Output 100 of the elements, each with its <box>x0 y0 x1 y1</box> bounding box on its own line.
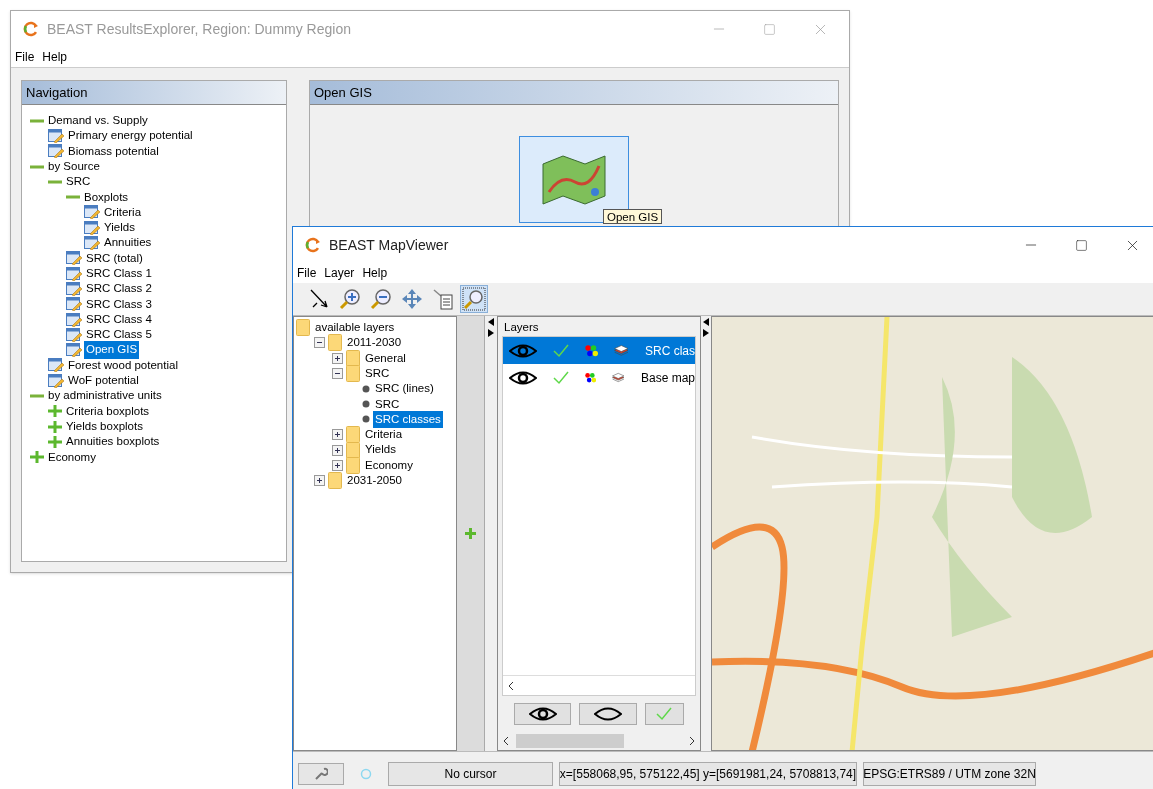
document-pencil-icon <box>84 205 100 220</box>
expand-icon[interactable] <box>314 475 325 487</box>
splitter-arrows-icon[interactable] <box>702 318 710 338</box>
folder-icon <box>346 349 360 367</box>
dot-icon <box>362 400 370 409</box>
collapse-icon[interactable] <box>332 368 343 380</box>
circle-icon <box>360 767 372 780</box>
tree-item[interactable]: Criteria <box>363 426 405 444</box>
tree-item[interactable]: SRC (lines) <box>373 380 436 398</box>
tree-item[interactable]: SRC <box>363 364 392 383</box>
tree-item[interactable]: Annuities <box>102 234 154 252</box>
tree-item[interactable]: Demand vs. Supply <box>46 112 150 130</box>
menu-item[interactable]: File <box>15 48 35 66</box>
scroll-left-icon[interactable] <box>502 736 510 746</box>
closed-eye-icon[interactable] <box>593 707 622 721</box>
zoom-extent-icon <box>462 287 486 311</box>
checkmark-icon[interactable] <box>656 707 673 721</box>
menu-item[interactable]: Layer <box>324 264 355 282</box>
tree-item[interactable]: Criteria boxplots <box>64 402 152 420</box>
layer-row[interactable]: Base map <box>503 364 695 392</box>
splitter-arrows-icon[interactable] <box>487 318 495 338</box>
tree-item[interactable]: Annuities boxplots <box>64 433 162 451</box>
document-pencil-icon <box>48 144 64 159</box>
document-pencil-icon <box>66 281 82 296</box>
tree-item[interactable]: SRC Class 1 <box>84 265 154 283</box>
info-list-icon <box>431 287 455 311</box>
tree-item[interactable]: WoF potential <box>66 372 141 390</box>
tree-item[interactable]: Economy <box>363 456 415 474</box>
folder-icon <box>296 319 310 337</box>
check-all-button[interactable] <box>644 703 684 725</box>
document-pencil-icon <box>48 358 64 373</box>
scroll-right-icon[interactable] <box>688 736 696 746</box>
tree-item[interactable]: Economy <box>46 448 98 466</box>
layer-row[interactable]: SRC clas <box>503 337 695 365</box>
document-pencil-icon <box>66 343 82 358</box>
show-all-button[interactable] <box>514 703 572 725</box>
checkmark-icon[interactable] <box>553 370 569 385</box>
document-pencil-icon <box>84 220 100 235</box>
folder-icon <box>346 365 360 383</box>
zoom-out-icon <box>369 287 393 311</box>
menu-item[interactable]: File <box>297 264 317 282</box>
tree-item[interactable]: SRC (total) <box>84 249 145 267</box>
tree-item[interactable]: available layers <box>313 319 397 337</box>
menu-item[interactable]: Help <box>362 264 388 282</box>
collapse-icon[interactable] <box>314 337 325 349</box>
tree-item[interactable]: Yields <box>363 441 398 459</box>
pan-arrows-icon <box>400 287 424 311</box>
panel-header: Navigation <box>22 81 286 105</box>
panel-header: Open GIS <box>310 81 838 105</box>
window-title: BEAST MapViewer <box>329 235 449 255</box>
layer-name: Base map <box>640 369 695 387</box>
crs-field: EPSG:ETRS89 / UTM zone 32N <box>863 761 1036 786</box>
document-pencil-icon <box>66 297 82 312</box>
folder-icon <box>346 441 360 459</box>
scroll-left-icon[interactable] <box>507 680 515 691</box>
tree-item[interactable]: SRC Class 5 <box>84 326 154 344</box>
logo-icon <box>305 237 321 253</box>
tree-item[interactable]: Primary energy potential <box>66 127 195 145</box>
wrench-icon <box>314 766 328 781</box>
tree-item[interactable]: Biomass potential <box>66 142 161 160</box>
tree-item[interactable]: Yields <box>102 219 137 237</box>
expand-icon[interactable] <box>332 352 343 364</box>
tree-item[interactable]: by administrative units <box>46 387 164 405</box>
eye-icon[interactable] <box>509 370 537 385</box>
tree-item[interactable]: General <box>363 349 408 367</box>
folder-icon <box>346 426 360 444</box>
tree-item[interactable]: Boxplots <box>82 188 131 206</box>
document-pencil-icon <box>84 236 100 250</box>
tree-item[interactable]: Forest wood potential <box>66 356 180 375</box>
tree-item[interactable]: SRC <box>373 395 402 413</box>
document-pencil-icon <box>66 251 82 266</box>
expand-icon[interactable] <box>332 429 343 441</box>
tree-item[interactable]: SRC Class 3 <box>84 295 154 313</box>
folded-map-icon <box>541 153 607 206</box>
group-title: Layers <box>504 321 539 333</box>
folder-icon <box>328 472 342 490</box>
tree-item[interactable]: Open GIS <box>84 341 140 359</box>
tree-item[interactable]: Criteria <box>102 203 144 222</box>
menu-item[interactable]: Help <box>42 48 68 66</box>
hide-all-button[interactable] <box>579 703 637 725</box>
tree-item[interactable]: 2031-2050 <box>345 472 404 490</box>
settings-button[interactable] <box>298 762 344 785</box>
maximize-icon[interactable] <box>1075 238 1088 252</box>
logo-icon <box>23 21 39 37</box>
tree-item[interactable]: SRC classes <box>373 410 443 429</box>
eye-icon[interactable] <box>528 707 557 721</box>
document-pencil-icon <box>48 128 64 143</box>
tree-item[interactable]: Yields boxplots <box>64 417 145 436</box>
tree-item[interactable]: SRC Class 2 <box>84 280 154 298</box>
document-pencil-icon <box>66 327 82 342</box>
tree-item[interactable]: SRC Class 4 <box>84 310 154 329</box>
tree-item[interactable]: SRC <box>64 173 93 191</box>
tree-item[interactable]: by Source <box>46 157 102 176</box>
expand-icon[interactable] <box>332 459 343 471</box>
expand-icon[interactable] <box>332 444 343 456</box>
folder-icon <box>346 456 360 474</box>
document-pencil-icon <box>66 266 82 281</box>
checkmark-icon[interactable] <box>553 343 569 358</box>
extent-field: x=[558068,95, 575122,45] y=[5691981,24, 5708813,74] <box>559 761 857 786</box>
tree-item[interactable]: 2011-2030 <box>345 334 404 352</box>
